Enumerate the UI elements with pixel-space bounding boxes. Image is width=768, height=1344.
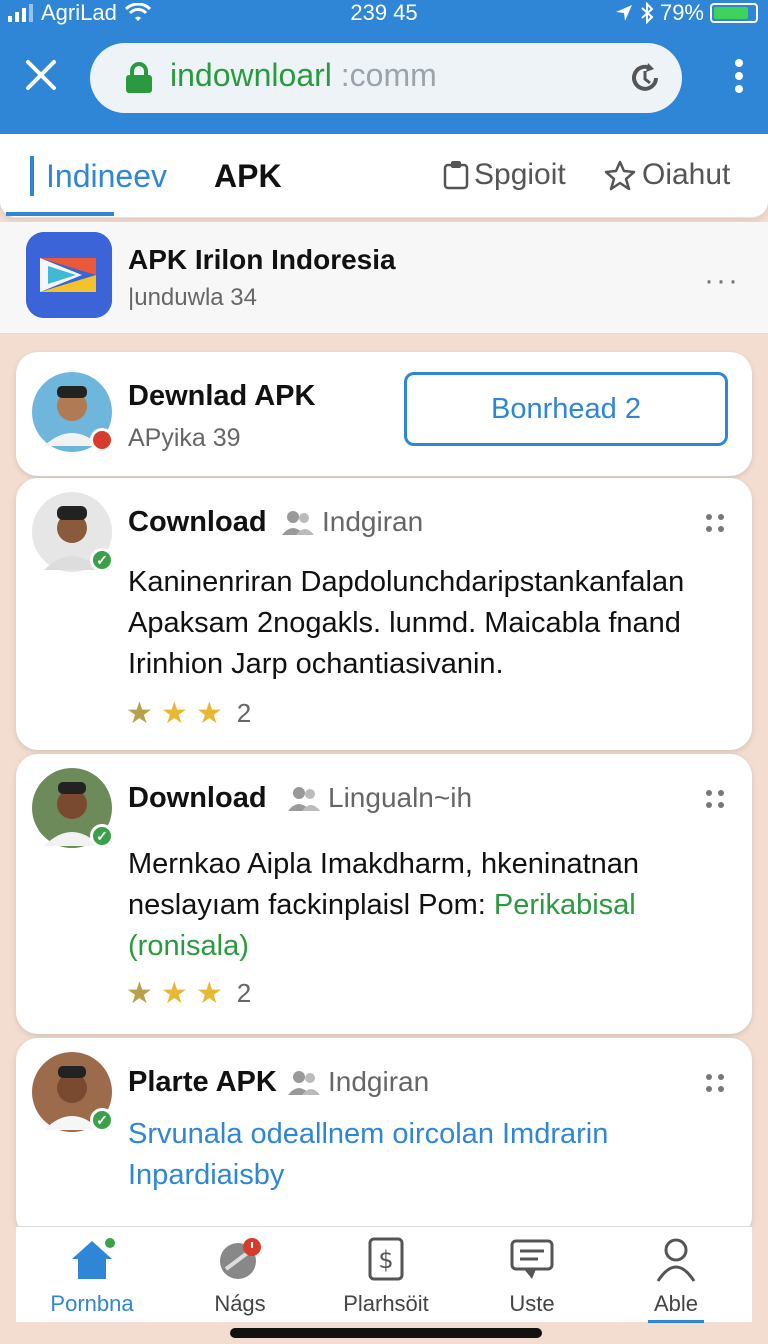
- star-icon: ★: [160, 977, 188, 1010]
- drag-handle-icon[interactable]: [704, 1072, 726, 1094]
- verified-badge-icon: ✓: [90, 824, 114, 848]
- overflow-menu-icon[interactable]: [734, 58, 744, 94]
- card-link[interactable]: Srvunala odeallnem oircolan Imdrarin Inp…: [128, 1114, 728, 1196]
- reload-icon[interactable]: [626, 59, 664, 97]
- bottom-navigation: Pornbna Nágs $ Plarhsöit Uste Able: [16, 1226, 752, 1323]
- dollar-document-icon: $: [362, 1235, 410, 1283]
- star-icon: ★: [126, 977, 153, 1010]
- star-icon: ★: [195, 977, 223, 1010]
- nav-able[interactable]: Able: [606, 1235, 746, 1323]
- tab-oiahut[interactable]: Oiahut: [604, 158, 730, 192]
- users-icon: [288, 787, 320, 811]
- tab-bar: Indineev APK Spgioit Oiahut: [0, 134, 768, 218]
- rating-count: 2: [236, 978, 252, 1008]
- nav-uste[interactable]: Uste: [462, 1235, 602, 1317]
- card-title: Dewnlad APK: [128, 380, 316, 412]
- card-body: Kaninenriran Dapdolunchdaripstankanfalan…: [128, 566, 685, 680]
- card-title: Cownload: [128, 506, 267, 538]
- tab-indineev[interactable]: Indineev: [30, 156, 167, 196]
- lock-icon: [126, 62, 152, 93]
- browser-header: AgriLad 239 45 79% indownloarl :comm: [0, 0, 768, 134]
- verified-badge-icon: ✓: [90, 548, 114, 572]
- post-card: ✓ Cownload Indgiran Kaninenriran Dapdolu…: [16, 478, 752, 750]
- clipboard-icon: [443, 161, 469, 190]
- avatar[interactable]: ✓: [32, 1052, 114, 1132]
- more-options-icon[interactable]: ···: [704, 264, 740, 298]
- card-body: Mernkao Aipla Imakdharm, hkeninatnan nes…: [128, 848, 640, 962]
- nav-home[interactable]: Pornbna: [22, 1235, 162, 1317]
- location-icon: [615, 5, 632, 21]
- notifications-icon: [216, 1235, 264, 1283]
- address-bar[interactable]: indownloarl :comm: [90, 43, 682, 113]
- rating-count: 2: [236, 698, 252, 728]
- post-card: ✓ Download Lingualn~ih Mernkao Aipla Ima…: [16, 754, 752, 1034]
- star-outline-icon: [604, 160, 636, 191]
- card-meta: Lingualn~ih: [328, 782, 473, 813]
- status-badge: [90, 428, 114, 452]
- url-text[interactable]: indownloarl :comm: [170, 57, 437, 94]
- app-title: APK Irilon Indoresia: [128, 244, 396, 275]
- app-logo-icon[interactable]: [26, 232, 112, 318]
- card-title: Download: [128, 782, 267, 814]
- verified-badge-icon: ✓: [90, 1108, 114, 1132]
- star-icon: ★: [126, 697, 153, 730]
- star-icon: ★: [160, 697, 188, 730]
- users-icon: [282, 511, 314, 535]
- card-meta: Indgiran: [322, 506, 424, 537]
- active-tab-indicator: [6, 212, 114, 216]
- app-header: APK Irilon Indoresia |unduwla 34 ···: [0, 222, 768, 334]
- nav-nags[interactable]: Nágs: [170, 1235, 310, 1317]
- chat-icon: [508, 1235, 556, 1283]
- rating-stars: ★ ★ ★ 2: [126, 976, 251, 1011]
- home-icon: [68, 1235, 116, 1283]
- card-title: Plarte APK: [128, 1066, 277, 1098]
- post-card: ✓ Plarte APK Indgiran Srvunala odeallnem…: [16, 1038, 752, 1238]
- nav-active-indicator: [648, 1320, 704, 1323]
- avatar[interactable]: ✓: [32, 492, 114, 572]
- tab-apk[interactable]: APK: [214, 158, 282, 195]
- svg-text:$: $: [378, 1246, 393, 1274]
- avatar[interactable]: [32, 372, 114, 452]
- avatar[interactable]: ✓: [32, 768, 114, 848]
- download-button[interactable]: Bonrhead 2: [404, 372, 728, 446]
- rating-stars: ★ ★ ★ 2: [126, 696, 251, 731]
- nav-plarhsoit[interactable]: $ Plarhsöit: [316, 1235, 456, 1317]
- card-meta: Indgiran: [328, 1066, 430, 1097]
- battery-icon: [710, 3, 758, 23]
- star-icon: ★: [195, 697, 223, 730]
- battery-label: 79%: [659, 0, 704, 25]
- close-icon[interactable]: [22, 56, 60, 94]
- home-indicator[interactable]: [230, 1328, 542, 1338]
- download-card: Dewnlad APK APyika 39 Bonrhead 2: [16, 352, 752, 476]
- bluetooth-icon: [641, 2, 654, 24]
- app-subtitle: |unduwla 34: [128, 284, 257, 311]
- profile-icon: [652, 1235, 700, 1283]
- status-bar: AgriLad 239 45 79%: [0, 0, 768, 26]
- users-icon: [288, 1071, 320, 1095]
- drag-handle-icon[interactable]: [704, 788, 726, 810]
- tab-spgioit[interactable]: Spgioit: [442, 158, 566, 192]
- drag-handle-icon[interactable]: [704, 512, 726, 534]
- card-subtitle: APyika 39: [128, 424, 241, 452]
